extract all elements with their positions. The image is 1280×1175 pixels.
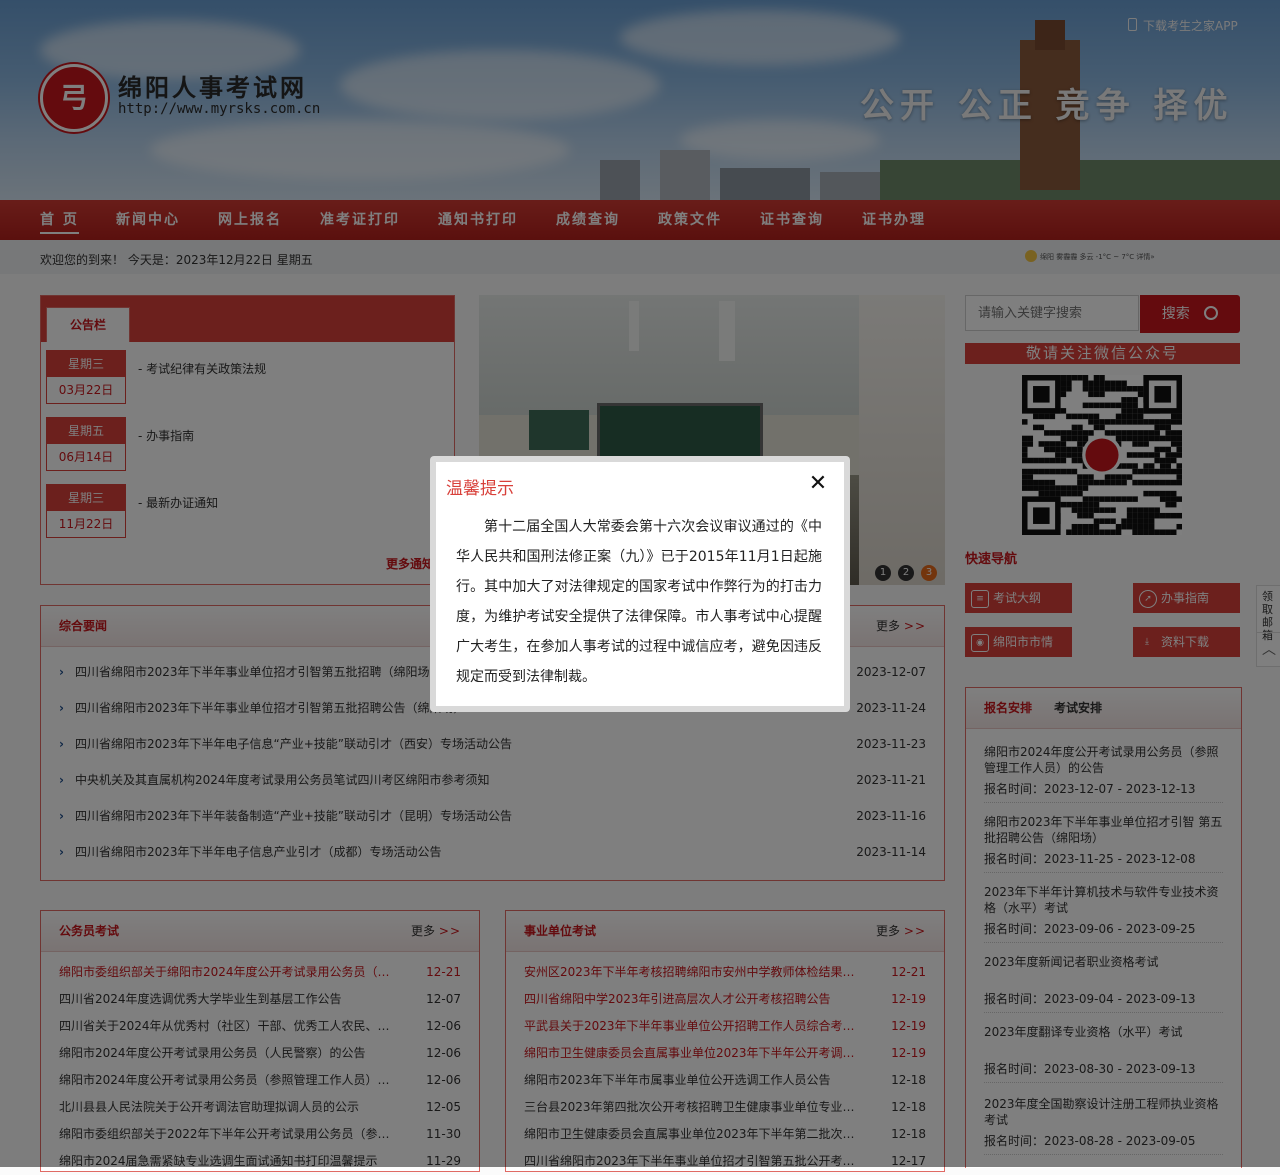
close-icon[interactable]: ✕ (806, 472, 830, 496)
modal-body: 第十二届全国人大常委会第十六次会议审议通过的《中华人民共和国刑法修正案（九）》已… (456, 519, 822, 685)
modal-content: 温馨提示 ✕ 第十二届全国人大常委会第十六次会议审议通过的《中华人民共和国刑法修… (436, 462, 844, 706)
notice-modal: 温馨提示 ✕ 第十二届全国人大常委会第十六次会议审议通过的《中华人民共和国刑法修… (430, 456, 850, 712)
modal-title: 温馨提示 (446, 479, 514, 499)
